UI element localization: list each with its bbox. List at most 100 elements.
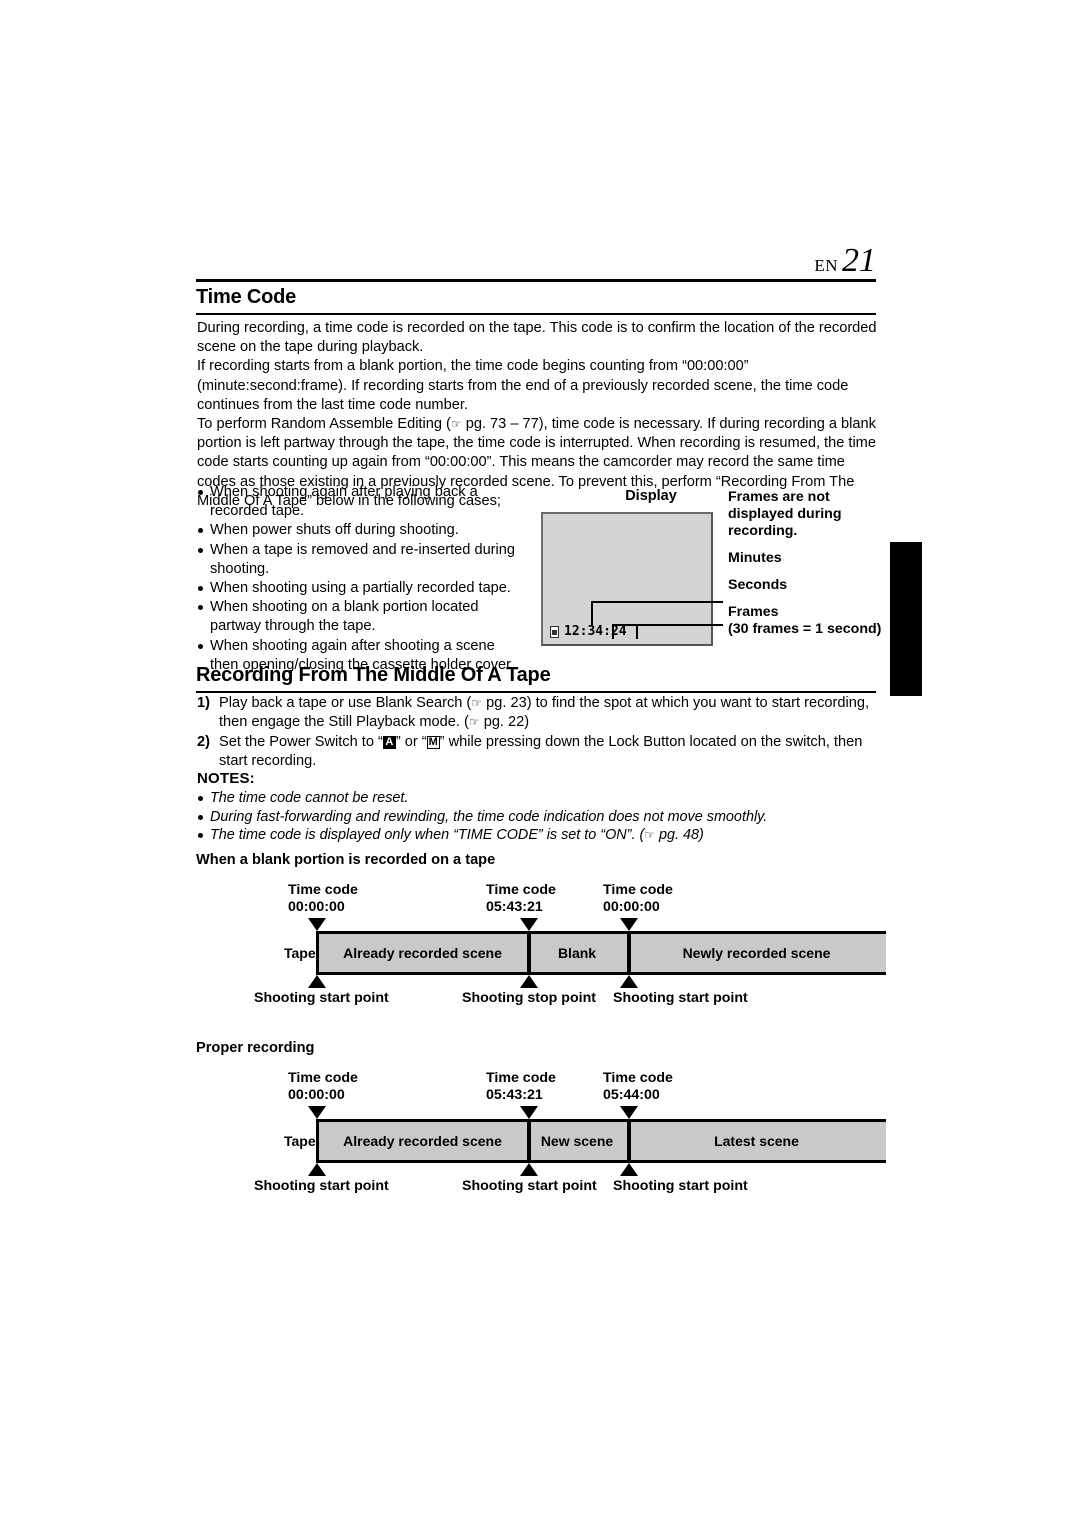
step-1-number: 1) bbox=[197, 695, 210, 711]
list-item: When power shuts off during shooting. bbox=[197, 521, 527, 540]
step-1-ref-2: pg. 22 bbox=[483, 714, 525, 731]
marker-arrow-bottom bbox=[520, 975, 538, 988]
page-reference-icon: ☞ bbox=[644, 828, 656, 843]
page-number: 21 bbox=[842, 242, 876, 280]
list-item: When a tape is removed and re-inserted d… bbox=[197, 541, 527, 579]
tape-word-label: Tape bbox=[284, 1133, 316, 1149]
timecode-label: Time code bbox=[486, 882, 556, 898]
timecode-value: 05:43:21 bbox=[486, 898, 543, 915]
timecode-label: Time code bbox=[603, 882, 673, 898]
point-label: Shooting start point bbox=[613, 1178, 748, 1194]
page-reference-icon: ☞ bbox=[471, 696, 483, 710]
point-label: Shooting start point bbox=[254, 1178, 389, 1194]
segment-label: Already recorded scene bbox=[343, 1133, 502, 1149]
page-header-right: EN 21 bbox=[814, 242, 876, 280]
point-label: Shooting stop point bbox=[462, 990, 596, 1006]
label-frames-sub: (30 frames = 1 second) bbox=[728, 621, 882, 637]
frames-not-displayed-note-text: Frames are not displayed during recordin… bbox=[728, 489, 842, 539]
section-heading-time-code-label: Time Code bbox=[196, 286, 297, 308]
page-reference-icon: ☞ bbox=[468, 715, 480, 730]
marker-arrow-top bbox=[308, 918, 326, 931]
timecode-label: Time code bbox=[288, 882, 358, 898]
cassette-icon bbox=[550, 625, 559, 638]
page-header: EN 21 bbox=[196, 232, 876, 282]
step-1-text-c: ) bbox=[524, 714, 530, 731]
note-item: The time code is displayed only when “TI… bbox=[197, 826, 877, 845]
diagram-1-timecode-1: Time code 00:00:00 bbox=[288, 882, 358, 915]
marker-arrow-bottom bbox=[620, 975, 638, 988]
label-minutes: Minutes bbox=[728, 550, 782, 566]
segment-label: Newly recorded scene bbox=[682, 945, 831, 961]
timecode-label: Time code bbox=[603, 1070, 673, 1086]
marker-arrow-bottom bbox=[520, 1163, 538, 1176]
segment-label: Already recorded scene bbox=[343, 945, 502, 961]
list-item: When shooting again after playing back a… bbox=[197, 483, 527, 521]
list-item: When shooting using a partially recorded… bbox=[197, 579, 527, 598]
display-diagram: Display 12:34:24 Frames are not displaye… bbox=[536, 488, 896, 648]
step-2-text-b: ” or “ bbox=[395, 733, 427, 750]
header-rule bbox=[196, 279, 876, 282]
timecode-label: Time code bbox=[486, 1070, 556, 1086]
segment-label: Latest scene bbox=[714, 1133, 799, 1149]
page-reference-icon: ☞ bbox=[450, 417, 462, 432]
section-rule bbox=[196, 691, 876, 693]
timecode-value: 00:00:00 bbox=[288, 898, 345, 915]
manual-page: EN 21 Time Code During recording, a time … bbox=[0, 0, 1080, 1528]
diagram-1-timecode-3: Time code 00:00:00 bbox=[603, 882, 673, 915]
marker-arrow-top bbox=[520, 918, 538, 931]
note-item: The time code cannot be reset. bbox=[197, 789, 877, 808]
diagram-1-title: When a blank portion is recorded on a ta… bbox=[196, 852, 496, 868]
timecode-value: 12:34:24 bbox=[564, 624, 627, 639]
marker-arrow-top bbox=[308, 1106, 326, 1119]
point-label: Shooting start point bbox=[613, 990, 748, 1006]
list-item: When shooting on a blank portion located… bbox=[197, 598, 527, 636]
step-1-ref-1: pg. 23 bbox=[486, 695, 527, 711]
diagram-1-timecode-2: Time code 05:43:21 bbox=[486, 882, 556, 915]
diagram-2-timecode-3: Time code 05:44:00 bbox=[603, 1070, 673, 1103]
marker-arrow-bottom bbox=[620, 1163, 638, 1176]
section-heading-time-code: Time Code bbox=[196, 286, 876, 315]
marker-arrow-top bbox=[620, 918, 638, 931]
note-item-ref: pg. 48 bbox=[659, 827, 700, 844]
step-2-number: 2) bbox=[197, 733, 210, 750]
paragraph-1: During recording, a time code is recorde… bbox=[197, 320, 877, 356]
diagram-2-timecode-2: Time code 05:43:21 bbox=[486, 1070, 556, 1103]
diagram-blank-portion: When a blank portion is recorded on a ta… bbox=[196, 852, 886, 1012]
note-item-text-a: The time code is displayed only when “TI… bbox=[210, 827, 645, 844]
segment-label: Blank bbox=[557, 945, 597, 961]
paragraph-3-part-a: To perform Random Assemble Editing ( bbox=[197, 416, 451, 433]
step-2-text-a: Set the Power Switch to “ bbox=[219, 733, 383, 750]
diagram-2-timecode-1: Time code 00:00:00 bbox=[288, 1070, 358, 1103]
timecode-value: 00:00:00 bbox=[603, 898, 660, 915]
step-1: 1) Play back a tape or use Blank Search (… bbox=[197, 694, 877, 733]
section-heading-recording: Recording From The Middle Of A Tape bbox=[196, 664, 876, 693]
section-rule bbox=[196, 313, 876, 315]
diagram-proper-recording: Proper recording Time code 00:00:00 Time… bbox=[196, 1040, 886, 1200]
timecode-label: Time code bbox=[288, 1070, 358, 1086]
section-heading-recording-label: Recording From The Middle Of A Tape bbox=[196, 664, 551, 686]
connector-seconds-horizontal bbox=[612, 624, 723, 626]
timecode-readout: 12:34:24 bbox=[550, 624, 627, 639]
marker-arrow-bottom bbox=[308, 975, 326, 988]
timecode-value: 05:43:21 bbox=[486, 1086, 543, 1103]
frames-not-displayed-note: Frames are not displayed during recordin… bbox=[728, 489, 896, 540]
connector-seconds-vertical bbox=[612, 624, 614, 639]
step-2: 2) Set the Power Switch to “A” or “M” whi… bbox=[197, 733, 877, 772]
label-seconds: Seconds bbox=[728, 577, 788, 593]
marker-arrow-bottom bbox=[308, 1163, 326, 1176]
timecode-value: 05:44:00 bbox=[603, 1086, 660, 1103]
connector-minutes-horizontal bbox=[591, 601, 723, 603]
notes-block: NOTES: The time code cannot be reset. Du… bbox=[197, 770, 877, 845]
display-screen-box: 12:34:24 bbox=[541, 512, 713, 646]
note-item: During fast-forwarding and rewinding, th… bbox=[197, 808, 877, 827]
procedure-steps: 1) Play back a tape or use Blank Search (… bbox=[197, 694, 877, 772]
timecode-value: 00:00:00 bbox=[288, 1086, 345, 1103]
connector-frames-vertical-2 bbox=[636, 624, 638, 639]
power-switch-auto-icon: A bbox=[382, 735, 396, 749]
point-label: Shooting start point bbox=[462, 1178, 597, 1194]
segment-label: New scene bbox=[540, 1133, 614, 1149]
power-switch-manual-icon: M bbox=[426, 735, 440, 749]
step-1-text-a: Play back a tape or use Blank Search ( bbox=[219, 695, 472, 711]
note-item-text-b: ) bbox=[699, 827, 704, 844]
notes-list: The time code cannot be reset. During fa… bbox=[197, 789, 877, 845]
